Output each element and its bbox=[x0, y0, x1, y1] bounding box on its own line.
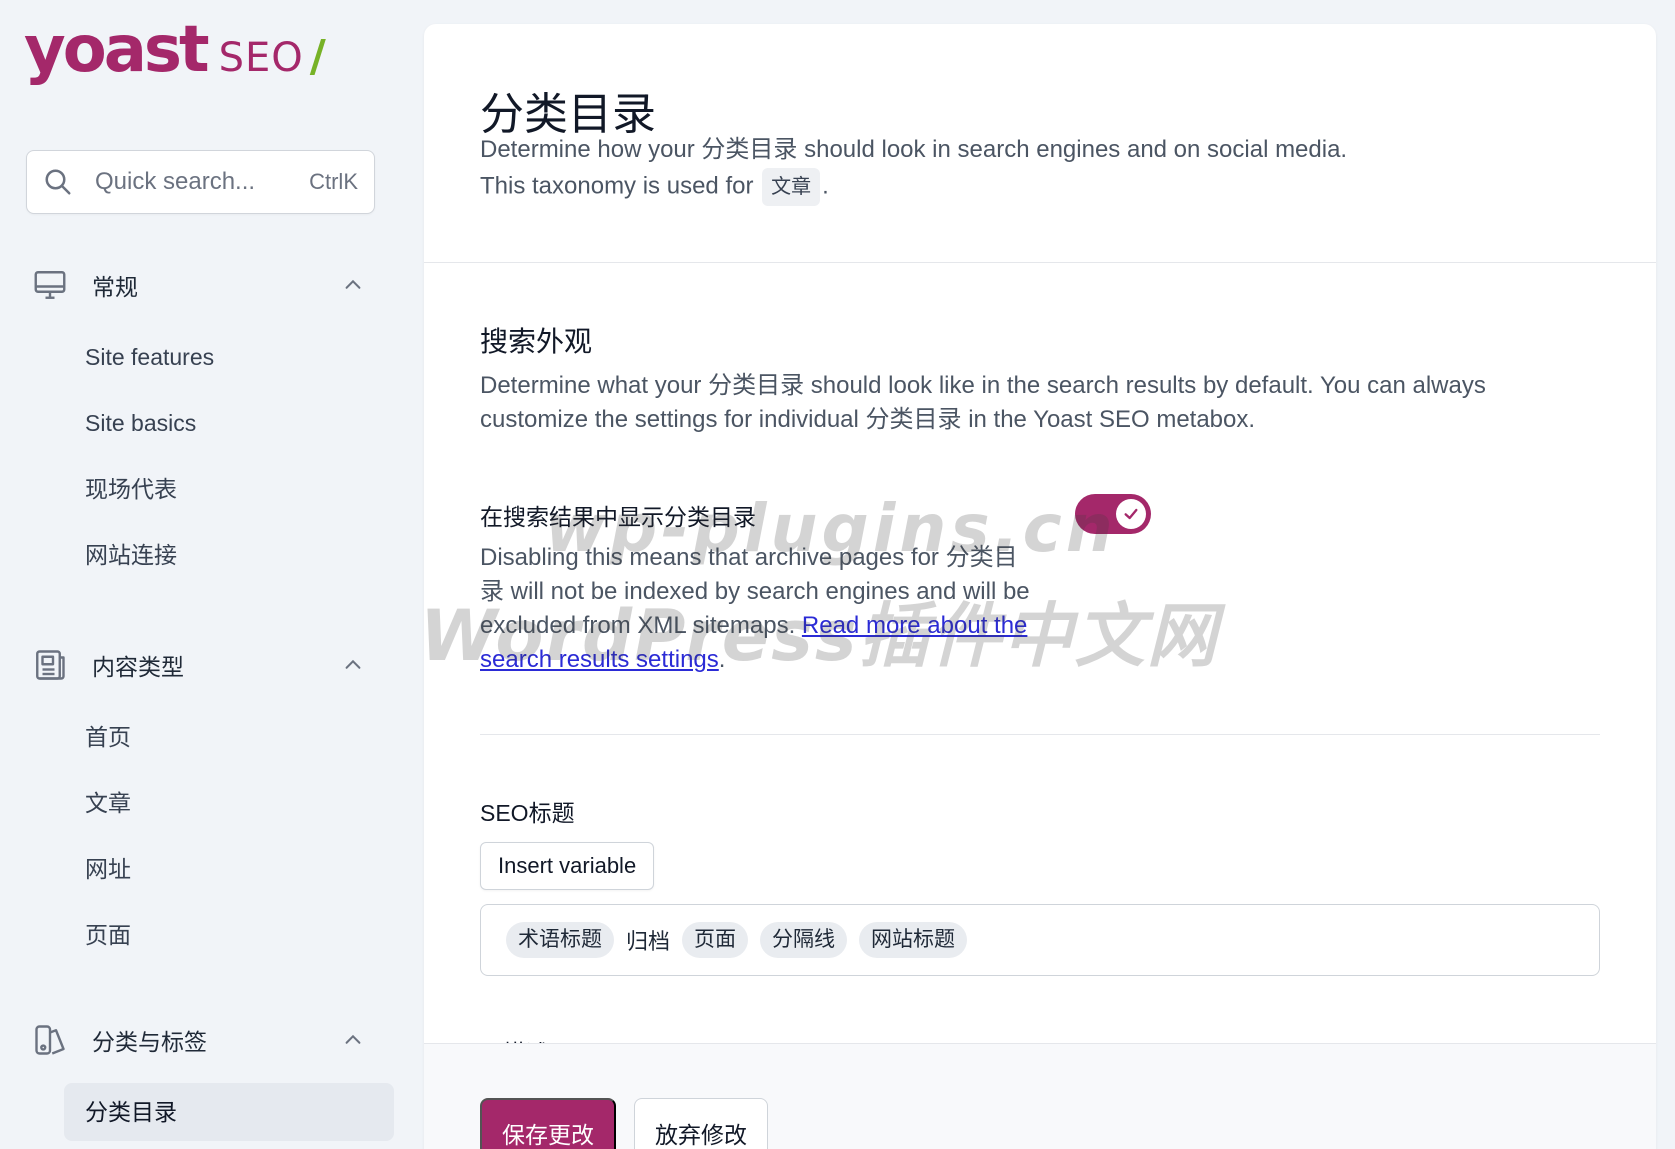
nav-group-content-types: 内容类型 首页 文章 网址 页面 bbox=[0, 640, 410, 964]
variable-chip-term-title[interactable]: 术语标题 bbox=[506, 922, 614, 958]
search-icon bbox=[45, 169, 71, 195]
section-description: Determine what your 分类目录 should look lik… bbox=[480, 372, 1486, 433]
toggle-knob bbox=[1116, 499, 1146, 529]
post-type-pill: 文章 bbox=[762, 168, 821, 206]
logo-word: yoast bbox=[24, 13, 210, 87]
page-description-line1: Determine how your 分类目录 should look in s… bbox=[480, 136, 1348, 163]
variable-text-archive: 归档 bbox=[626, 929, 671, 954]
check-icon bbox=[1124, 508, 1138, 520]
variable-chip-separator[interactable]: 分隔线 bbox=[760, 922, 848, 958]
chevron-up-icon bbox=[340, 652, 366, 678]
page-description-line2: This taxonomy is used for 文章. bbox=[480, 168, 1580, 206]
quick-search-input[interactable]: Quick search... CtrlK bbox=[26, 150, 375, 214]
sidebar-item-site-connections[interactable]: 网站连接 bbox=[64, 526, 394, 584]
sidebar-item-pages[interactable]: 页面 bbox=[64, 906, 394, 964]
nav-group-categories-tags-toggle[interactable]: 分类与标签 bbox=[0, 1015, 410, 1065]
variable-chip-page[interactable]: 页面 bbox=[682, 922, 749, 958]
discard-changes-button[interactable]: 放弃修改 bbox=[634, 1098, 768, 1149]
variable-chip-site-title[interactable]: 网站标题 bbox=[859, 922, 968, 958]
document-icon bbox=[30, 645, 70, 685]
sidebar: yoast SEO / Quick search... CtrlK 常规 Sit… bbox=[0, 0, 410, 1149]
sidebar-item-urls[interactable]: 网址 bbox=[64, 840, 394, 898]
logo-seo: SEO bbox=[218, 35, 304, 81]
toggle-label-show-in-search: 在搜索结果中显示分类目录 bbox=[480, 504, 756, 530]
toggle-description: Disabling this means that archive pages … bbox=[480, 541, 1040, 677]
sidebar-item-posts[interactable]: 文章 bbox=[64, 774, 394, 832]
search-placeholder: Quick search... bbox=[95, 168, 256, 195]
chevron-up-icon bbox=[340, 272, 366, 298]
save-changes-button[interactable]: 保存更改 bbox=[480, 1098, 616, 1149]
settings-panel: 分类目录 Determine how your 分类目录 should look… bbox=[424, 24, 1656, 1149]
nav-group-label: 分类与标签 bbox=[92, 1029, 207, 1055]
section-title-search-appearance: 搜索外观 bbox=[480, 326, 593, 357]
chevron-up-icon bbox=[340, 1027, 366, 1053]
insert-variable-button[interactable]: Insert variable bbox=[480, 842, 655, 890]
sidebar-item-homepage[interactable]: 首页 bbox=[64, 708, 394, 766]
sidebar-item-categories[interactable]: 分类目录 bbox=[64, 1083, 394, 1141]
nav-group-general: 常规 Site features Site basics 现场代表 网站连接 bbox=[0, 260, 410, 584]
sidebar-item-site-basics[interactable]: Site basics bbox=[64, 394, 394, 452]
seo-title-input[interactable]: 术语标题 归档 页面 分隔线 网站标题 bbox=[480, 904, 1600, 976]
header-divider bbox=[424, 262, 1656, 263]
search-shortcut: CtrlK bbox=[309, 169, 358, 194]
page-description: Determine how your 分类目录 should look in s… bbox=[480, 132, 1580, 206]
nav-group-content-types-toggle[interactable]: 内容类型 bbox=[0, 640, 410, 690]
taxonomy-used-for-label: This taxonomy is used for bbox=[480, 172, 754, 200]
footer-action-bar: 保存更改 放弃修改 bbox=[424, 1043, 1656, 1149]
field-divider bbox=[480, 734, 1600, 735]
sidebar-item-site-representation[interactable]: 现场代表 bbox=[64, 460, 394, 518]
link-period: . bbox=[718, 646, 726, 673]
nav-group-label: 内容类型 bbox=[92, 654, 184, 680]
nav-group-categories-tags: 分类与标签 分类目录 bbox=[0, 1015, 410, 1141]
description-period: . bbox=[822, 172, 829, 200]
nav-group-general-toggle[interactable]: 常规 bbox=[0, 260, 410, 310]
monitor-icon bbox=[30, 265, 70, 305]
seo-title-label: SEO标题 bbox=[480, 800, 575, 826]
nav-group-label: 常规 bbox=[92, 274, 138, 300]
yoast-seo-logo[interactable]: yoast SEO / bbox=[24, 18, 326, 82]
sidebar-item-site-features[interactable]: Site features bbox=[64, 328, 394, 386]
show-in-search-toggle[interactable] bbox=[1075, 494, 1151, 534]
tag-icon bbox=[30, 1020, 70, 1060]
logo-slash: / bbox=[309, 31, 326, 82]
